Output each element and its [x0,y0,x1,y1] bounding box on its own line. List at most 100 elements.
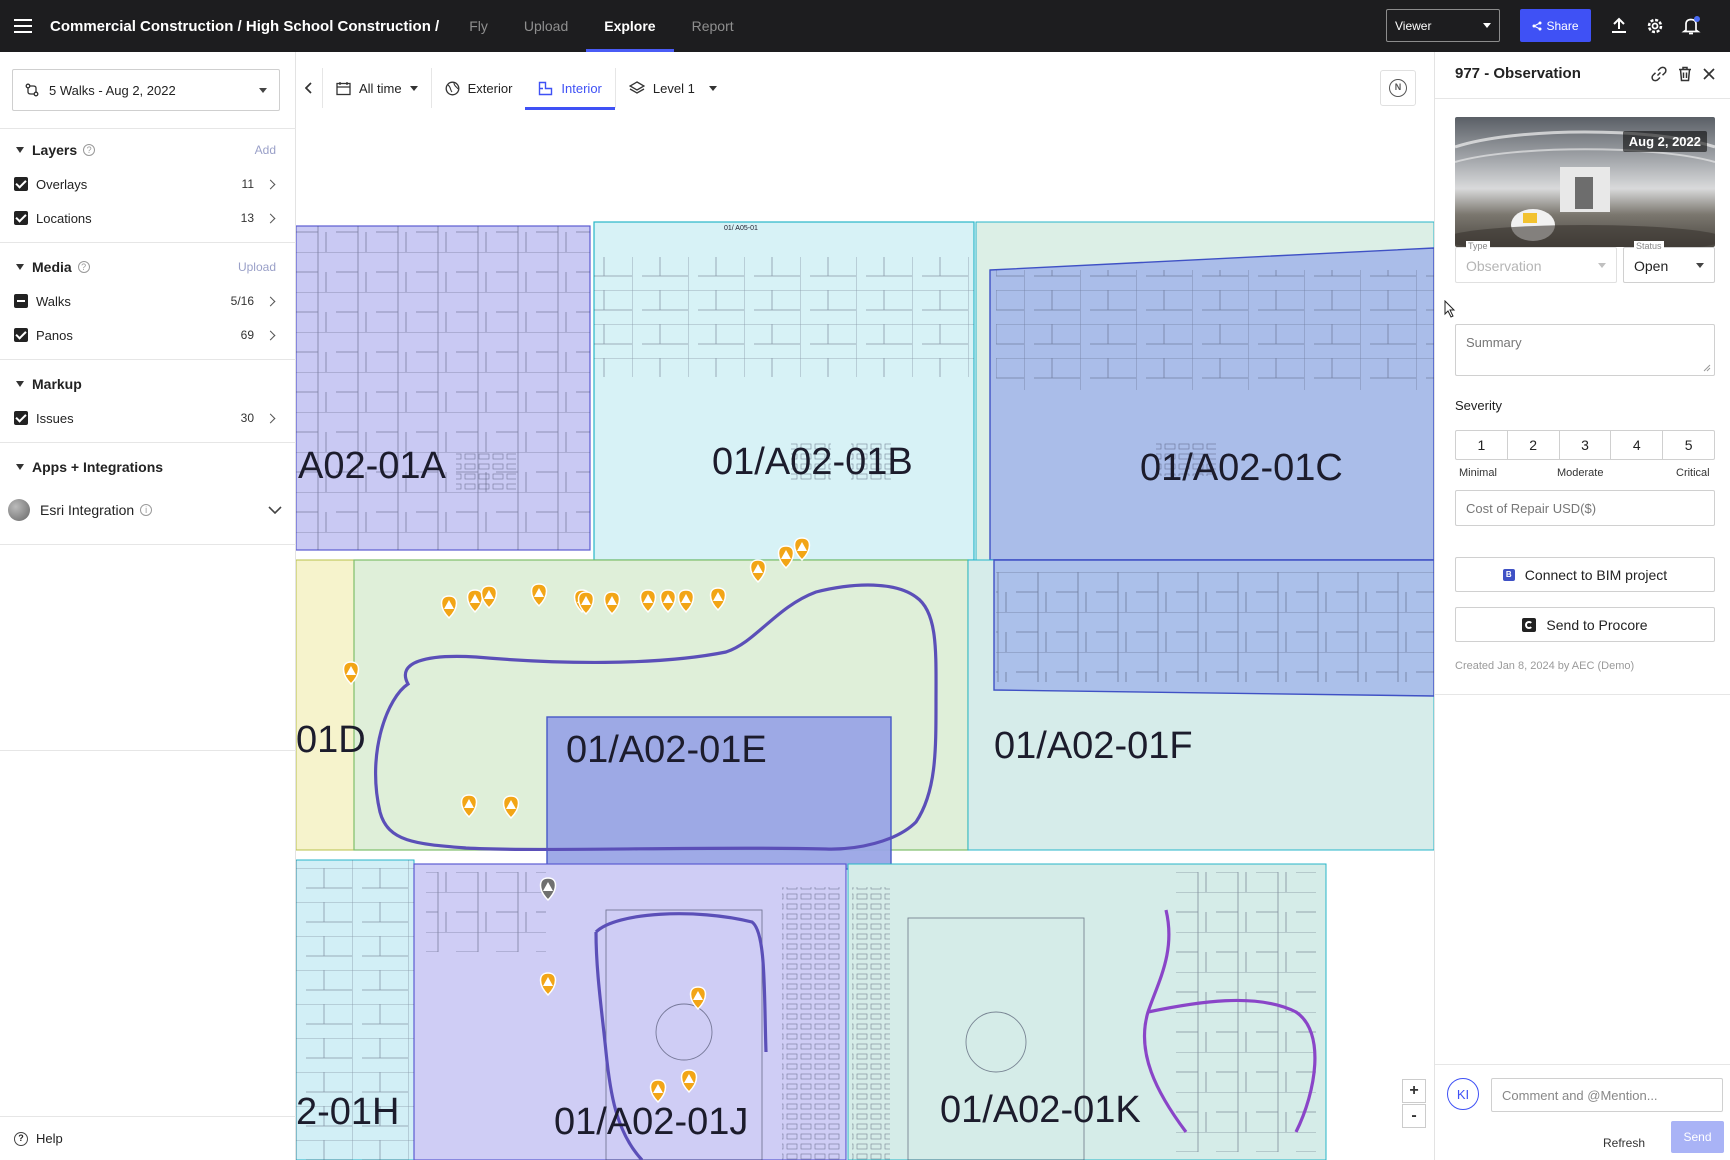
settings-gear-icon[interactable] [1643,14,1667,38]
markup-item-issues[interactable]: Issues 30 [0,406,296,430]
status-select[interactable]: Status Open [1623,241,1715,283]
add-layer-button[interactable]: Add [255,143,276,157]
refresh-button[interactable]: Refresh [1603,1136,1645,1150]
send-comment-button[interactable]: Send [1671,1121,1724,1153]
walks-checkbox[interactable] [14,294,28,308]
divider [0,359,296,360]
viewer-role-select[interactable]: Viewer [1386,9,1500,42]
severity-option-4[interactable]: 4 [1611,431,1664,459]
info-icon[interactable]: ? [77,261,90,273]
floorplan-canvas[interactable]: A02-01A 01/A02-01B 01/A02-01C 01D 01/A02… [296,52,1434,1160]
floorplan-map[interactable]: A02-01A 01/A02-01B 01/A02-01C 01D 01/A02… [296,52,1434,1160]
severity-option-3[interactable]: 3 [1560,431,1612,459]
cost-of-repair-input[interactable]: Cost of Repair USD($) [1455,490,1715,526]
collapse-sidebar-button[interactable] [296,68,322,108]
zone-label-c: 01/A02-01C [1140,447,1343,489]
media-section-header[interactable]: Media ? Upload [0,256,296,278]
floorplan-icon [539,81,553,95]
media-item-panos[interactable]: Panos 69 [0,323,296,347]
observation-details-panel: 977 - Observation Aug 2, 2022 Type Obser… [1434,52,1730,1160]
zone-label-d: 01D [296,719,366,761]
help-label: Help [36,1131,63,1146]
connect-bim-button[interactable]: B Connect to BIM project [1455,557,1715,592]
upload-icon[interactable] [1607,14,1631,38]
layer-item-overlays[interactable]: Overlays 11 [0,172,296,196]
chevron-right-icon[interactable] [265,413,276,423]
zoom-out-button[interactable]: - [1402,1104,1426,1128]
divider [1435,694,1730,695]
zoom-in-button[interactable]: + [1402,1079,1426,1103]
layers-icon [628,80,645,94]
chevron-down-icon[interactable] [268,506,282,514]
level-label: Level 1 [652,80,695,96]
upload-media-button[interactable]: Upload [238,260,276,274]
summary-textarea[interactable]: Summary [1455,324,1715,376]
info-icon[interactable]: i [140,504,153,516]
divider [0,242,296,243]
help-link[interactable]: ? Help [14,1131,63,1146]
severity-option-5[interactable]: 5 [1663,431,1714,459]
tab-explore[interactable]: Explore [586,0,674,52]
tab-upload[interactable]: Upload [506,0,586,52]
pano-thumbnail[interactable]: Aug 2, 2022 [1455,117,1715,247]
severity-caption-moderate: Moderate [1557,467,1604,479]
level-select[interactable]: Level 1 [616,68,730,108]
issues-checkbox[interactable] [14,411,28,425]
esri-integration-item[interactable]: Esri Integration i [0,496,296,524]
layer-item-locations[interactable]: Locations 13 [0,206,296,230]
tab-fly[interactable]: Fly [451,0,506,52]
media-item-walks[interactable]: Walks 5/16 [0,289,296,313]
zone-label-a: A02-01A [298,445,447,487]
chevron-down-icon [259,87,267,93]
chevron-down-icon [1696,263,1704,268]
zone-label-small: 01/ A05-01 [724,225,758,232]
pano-date-badge: Aug 2, 2022 [1622,131,1707,152]
tab-report[interactable]: Report [674,0,752,52]
interior-toggle[interactable]: Interior [525,68,616,110]
calendar-icon [336,81,351,95]
info-icon[interactable]: ? [83,144,96,156]
divider [1435,1064,1730,1065]
chevron-right-icon[interactable] [265,213,276,223]
status-label: Status [1634,241,1664,251]
overlays-checkbox[interactable] [14,177,28,191]
chevron-down-icon [1483,23,1491,28]
zone-label-b: 01/A02-01B [712,441,913,483]
compass-button[interactable]: N [1380,70,1416,106]
menu-icon[interactable] [0,0,46,52]
chevron-right-icon[interactable] [265,330,276,340]
share-button[interactable]: Share [1520,9,1591,42]
severity-option-1[interactable]: 1 [1456,431,1508,459]
notifications-bell-icon[interactable] [1679,14,1703,38]
copy-link-icon[interactable] [1649,64,1669,84]
esri-integration-label: Esri Integration [40,502,135,518]
bim-logo-icon: B [1502,568,1515,581]
exterior-toggle[interactable]: Exterior [432,68,526,108]
layers-section-header[interactable]: Layers ? Add [0,139,296,161]
delete-trash-icon[interactable] [1675,64,1695,84]
summary-placeholder: Summary [1466,335,1522,350]
zone-label-e: 01/A02-01E [566,729,767,771]
resize-handle-icon[interactable] [1703,364,1711,372]
severity-caption-critical: Critical [1676,467,1710,479]
time-filter-select[interactable]: All time [323,68,431,108]
panos-checkbox[interactable] [14,328,28,342]
walks-select[interactable]: 5 Walks - Aug 2, 2022 [12,69,280,111]
zone-d[interactable] [296,559,355,851]
breadcrumb[interactable]: Commercial Construction / High School Co… [50,18,439,35]
walks-select-value: 5 Walks - Aug 2, 2022 [49,82,176,98]
bim-label: Connect to BIM project [1524,566,1668,583]
markup-section-header[interactable]: Markup [0,373,296,395]
severity-option-2[interactable]: 2 [1508,431,1560,459]
send-to-procore-button[interactable]: Send to Procore [1455,607,1715,642]
comment-input[interactable]: Comment and @Mention... [1491,1078,1723,1112]
chevron-right-icon[interactable] [265,296,276,306]
locations-checkbox[interactable] [14,211,28,225]
apps-section-header[interactable]: Apps + Integrations [0,456,296,478]
walks-label: Walks [36,293,71,309]
close-icon[interactable] [1699,64,1719,84]
media-title: Media [32,259,72,275]
chevron-down-icon [1598,263,1606,268]
chevron-right-icon[interactable] [265,179,276,189]
severity-title: Severity [1455,398,1502,413]
